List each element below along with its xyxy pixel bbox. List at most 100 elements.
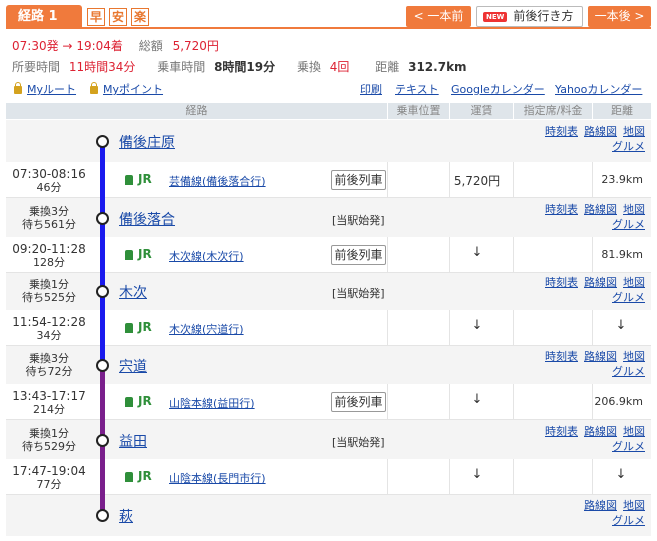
timetable-link[interactable]: 時刻表	[545, 203, 578, 216]
before-after-train-button[interactable]: 前後列車	[331, 392, 386, 412]
google-calendar-link[interactable]: Googleカレンダー	[451, 81, 545, 97]
gourmet-link[interactable]: グルメ	[612, 365, 645, 378]
line-name-link[interactable]: 木次線(宍道行)	[169, 321, 244, 337]
route-map-link[interactable]: 路線図	[584, 499, 617, 512]
departure-arrival-time: 17:47-19:04	[12, 464, 86, 478]
route-line	[100, 141, 105, 218]
timetable-link[interactable]: 時刻表	[545, 276, 578, 289]
print-link[interactable]: 印刷	[360, 81, 382, 97]
tag-cheapest: 安	[109, 8, 127, 26]
map-link[interactable]: 地図	[623, 125, 645, 138]
transfer-time: 乗換1分	[29, 278, 69, 291]
fare-continue-arrow: ↓	[471, 318, 483, 333]
map-link[interactable]: 地図	[623, 203, 645, 216]
ride-duration: 214分	[33, 403, 65, 416]
station-node-icon	[96, 135, 109, 148]
map-link[interactable]: 地図	[623, 276, 645, 289]
duration-label: 所要時間	[12, 60, 61, 74]
route-line	[100, 440, 105, 515]
station-links: 時刻表 路線図 地図グルメ	[539, 424, 645, 454]
gourmet-link[interactable]: グルメ	[612, 218, 645, 231]
line-name-link[interactable]: 山陰本線(長門市行)	[169, 470, 266, 486]
next-train-button[interactable]: 一本後 >	[588, 6, 651, 27]
segment-time: 13:43-17:17 214分	[12, 390, 86, 417]
before-after-route-button[interactable]: NEW 前後行き方	[476, 6, 583, 27]
departure-time: 07:30発	[12, 39, 59, 53]
text-link[interactable]: テキスト	[395, 81, 439, 97]
operator-label: JR	[138, 172, 152, 186]
segment-fare: 5,720円	[453, 174, 501, 188]
lock-icon	[90, 82, 98, 94]
route-map-link[interactable]: 路線図	[584, 276, 617, 289]
station-node-icon	[96, 285, 109, 298]
yahoo-calendar-link[interactable]: Yahooカレンダー	[555, 81, 642, 97]
route-map-link[interactable]: 路線図	[584, 125, 617, 138]
before-after-train-button[interactable]: 前後列車	[331, 170, 386, 190]
line-name-link[interactable]: 木次線(木次行)	[169, 248, 244, 264]
station-name[interactable]: 宍道	[119, 356, 147, 376]
route-map-link[interactable]: 路線図	[584, 425, 617, 438]
operator-label: JR	[138, 320, 152, 334]
arrival-time: 19:04着	[76, 39, 123, 53]
station-name[interactable]: 備後落合	[119, 209, 175, 229]
segment-distance: 81.9km	[601, 248, 643, 261]
station-links: 時刻表 路線図 地図グルメ	[539, 349, 645, 379]
segment-distance: 23.9km	[601, 173, 643, 186]
column-divider	[513, 310, 514, 345]
my-point-link[interactable]: Myポイント	[90, 81, 163, 97]
distance-continue-arrow: ↓	[615, 467, 627, 482]
map-link[interactable]: 地図	[623, 350, 645, 363]
route-map-link[interactable]: 路線図	[584, 203, 617, 216]
fare-continue-arrow: ↓	[471, 467, 483, 482]
segment-time: 17:47-19:04 77分	[12, 464, 86, 492]
total-fare: 5,720円	[172, 39, 219, 53]
station-links: 時刻表 路線図 地図グルメ	[539, 124, 645, 154]
lock-icon	[14, 82, 22, 94]
before-after-train-button[interactable]: 前後列車	[331, 245, 386, 265]
train-icon	[125, 472, 133, 482]
train-icon	[125, 175, 133, 185]
wait-time: 待ち529分	[22, 440, 76, 453]
origin-note: [当駅始発]	[332, 214, 385, 227]
station-name[interactable]: 木次	[119, 282, 147, 302]
timetable-link[interactable]: 時刻表	[545, 425, 578, 438]
segment-time: 11:54-12:28 34分	[12, 316, 86, 343]
wait-time: 待ち525分	[22, 291, 76, 304]
ride-duration: 34分	[36, 329, 62, 342]
column-divider	[513, 384, 514, 419]
operator-label: JR	[138, 394, 152, 408]
station-name[interactable]: 萩	[119, 506, 133, 526]
gourmet-link[interactable]: グルメ	[612, 291, 645, 304]
gourmet-link[interactable]: グルメ	[612, 514, 645, 527]
transfer-info: 乗換3分 待ち72分	[14, 352, 84, 378]
route-map-link[interactable]: 路線図	[584, 350, 617, 363]
transfer-time: 乗換3分	[29, 352, 69, 365]
col-reserved: 指定席/料金	[523, 104, 583, 117]
transfer-count: 4回	[329, 60, 350, 74]
map-link[interactable]: 地図	[623, 425, 645, 438]
gourmet-link[interactable]: グルメ	[612, 140, 645, 153]
station-links: 路線図 地図グルメ	[578, 498, 645, 528]
timetable-link[interactable]: 時刻表	[545, 350, 578, 363]
station-name[interactable]: 益田	[119, 431, 147, 451]
line-name-link[interactable]: 山陰本線(益田行)	[169, 395, 255, 411]
prev-train-button[interactable]: < 一本前	[406, 6, 471, 27]
my-route-link[interactable]: Myルート	[14, 81, 76, 97]
transfer-time: 乗換3分	[29, 205, 69, 218]
gourmet-link[interactable]: グルメ	[612, 440, 645, 453]
map-link[interactable]: 地図	[623, 499, 645, 512]
column-divider	[513, 162, 514, 197]
train-icon	[125, 323, 133, 333]
summary-line-1: 07:30発 → 19:04着 総額 5,720円	[12, 37, 219, 54]
station-name[interactable]: 備後庄原	[119, 132, 175, 152]
station-node-icon	[96, 359, 109, 372]
segment-distance: 206.9km	[594, 395, 643, 408]
col-route: 経路	[185, 104, 208, 117]
line-name-link[interactable]: 芸備線(備後落合行)	[169, 173, 266, 189]
ride-duration: 46分	[36, 181, 62, 194]
tab-route-1[interactable]: 経路 1	[6, 5, 82, 29]
col-position: 乗車位置	[396, 104, 441, 117]
timetable-link[interactable]: 時刻表	[545, 125, 578, 138]
operator-label: JR	[138, 247, 152, 261]
ride-duration: 128分	[33, 256, 65, 269]
